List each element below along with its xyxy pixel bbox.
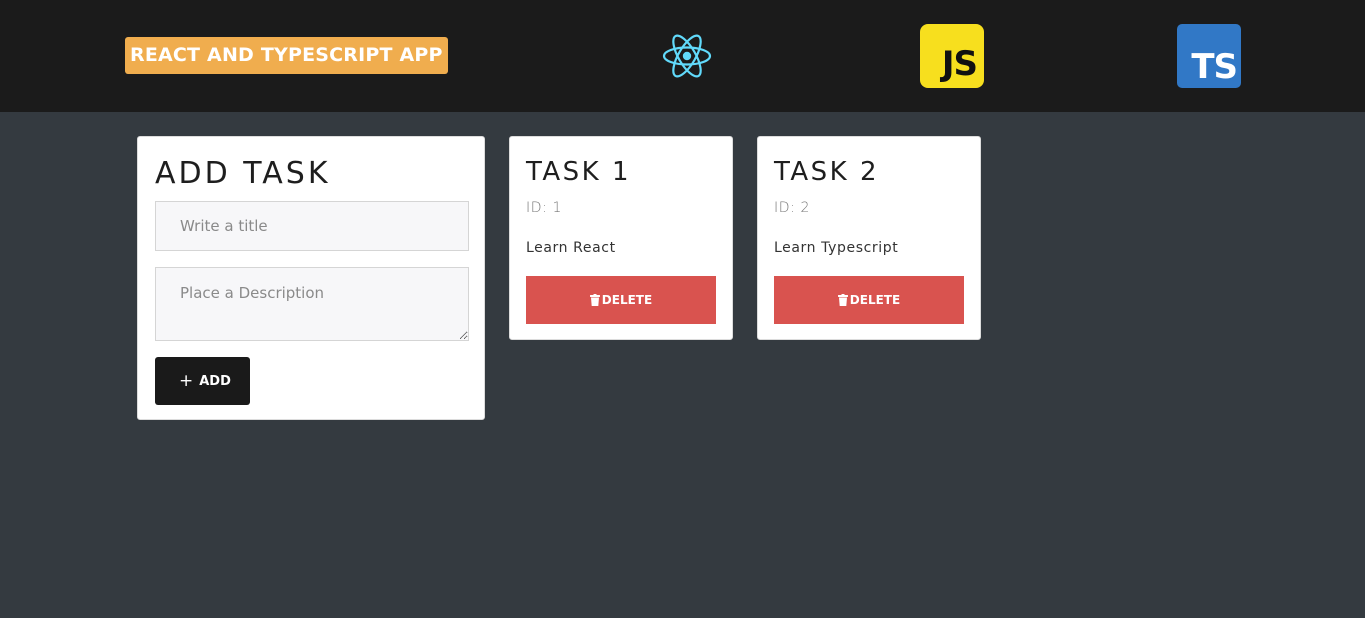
plus-icon: + bbox=[179, 371, 194, 391]
delete-task-button[interactable]: DELETE bbox=[774, 276, 964, 324]
delete-task-button[interactable]: DELETE bbox=[526, 276, 716, 324]
typescript-logo-icon: TS bbox=[1177, 24, 1241, 88]
add-button-label: ADD bbox=[199, 373, 231, 389]
task-description-textarea[interactable] bbox=[155, 267, 469, 341]
task-title-input[interactable] bbox=[155, 201, 469, 251]
react-logo-icon bbox=[662, 34, 712, 78]
navbar: REACT AND TYPESCRIPT APP JS TS bbox=[0, 0, 1365, 112]
task-card: TASK 2 ID: 2 Learn Typescript DELETE bbox=[757, 136, 981, 340]
js-logo-label: JS bbox=[941, 44, 978, 84]
ts-logo-label: TS bbox=[1191, 47, 1238, 87]
task-title: TASK 1 bbox=[526, 157, 632, 187]
task-title: TASK 2 bbox=[774, 157, 880, 187]
add-task-form: ADD TASK + ADD bbox=[137, 136, 485, 420]
trash-icon bbox=[589, 294, 600, 306]
task-card: TASK 1 ID: 1 Learn React DELETE bbox=[509, 136, 733, 340]
add-task-button[interactable]: + ADD bbox=[155, 357, 250, 405]
delete-button-label: DELETE bbox=[601, 293, 653, 307]
app-brand-link[interactable]: REACT AND TYPESCRIPT APP bbox=[125, 37, 448, 74]
delete-button-label: DELETE bbox=[849, 293, 901, 307]
task-description: Learn Typescript bbox=[774, 240, 899, 256]
task-id: ID: 1 bbox=[526, 200, 562, 216]
add-task-heading: ADD TASK bbox=[155, 156, 331, 191]
trash-icon bbox=[837, 294, 848, 306]
task-id: ID: 2 bbox=[774, 200, 810, 216]
task-description: Learn React bbox=[526, 240, 616, 256]
javascript-logo-icon: JS bbox=[920, 24, 984, 88]
